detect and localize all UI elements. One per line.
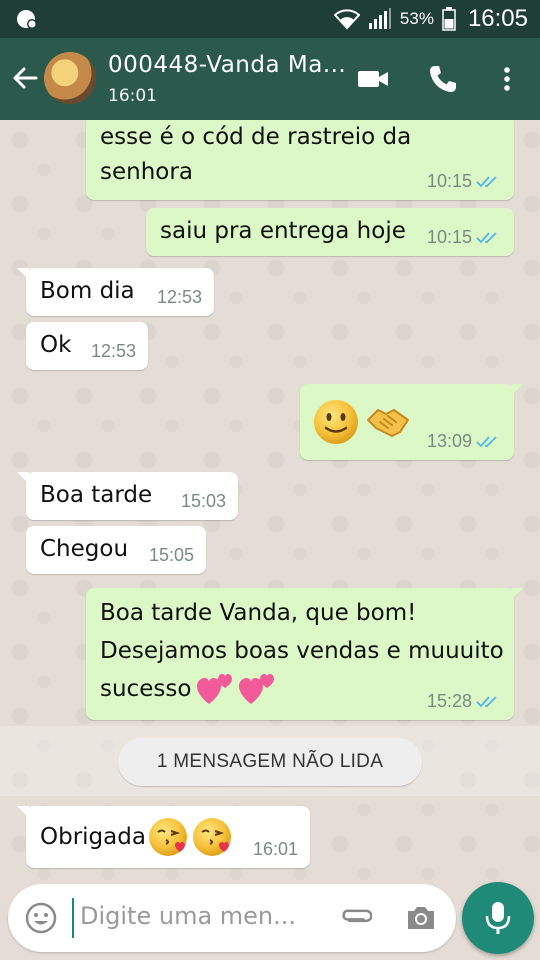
chat-area[interactable]: esse é o cód de rastreio da senhora 10:1…: [0, 120, 540, 880]
message-time: 12:53: [156, 287, 202, 307]
message-time: 15:03: [180, 491, 226, 511]
message-text: Obrigada: [40, 816, 234, 858]
message-incoming[interactable]: Boa tarde 15:03: [17, 472, 238, 520]
message-meta: 12:53: [157, 287, 202, 308]
message-outgoing[interactable]: 13:09: [300, 384, 523, 460]
battery-icon: [442, 7, 456, 31]
message-outgoing[interactable]: Boa tarde Vanda, que bom! Desejamos boas…: [86, 588, 523, 720]
voice-record-button[interactable]: [462, 882, 534, 954]
chat-header: 000448-Vanda Ma... 16:01: [0, 38, 540, 120]
camera-icon[interactable]: [404, 901, 438, 935]
message-time: 12:53: [90, 341, 136, 361]
contact-name[interactable]: 000448-Vanda Ma...: [108, 52, 346, 78]
message-text: Bom dia: [40, 278, 135, 304]
message-text: saiu pra entrega hoje: [160, 218, 406, 244]
message-time: 15:28: [426, 691, 472, 711]
message-meta: 15:03: [181, 491, 226, 512]
message-time: 16:01: [252, 839, 298, 859]
two-hearts-icon: [197, 674, 233, 704]
message-text: esse é o cód de rastreio da senhora: [100, 124, 412, 185]
message-text: Chegou: [40, 536, 129, 562]
message-incoming[interactable]: Obrigada 16:01: [17, 806, 310, 868]
read-ticks-icon: [476, 695, 497, 707]
clock: 16:05: [467, 5, 528, 32]
message-text: Boa tarde: [40, 482, 153, 508]
back-arrow-icon[interactable]: [8, 60, 44, 96]
unread-divider: 1 MENSAGEM NÃO LIDA: [118, 738, 422, 786]
signal-icon: [368, 8, 391, 29]
two-hearts-icon: [239, 674, 275, 704]
message-input[interactable]: Digite uma men...: [80, 902, 296, 930]
message-incoming[interactable]: Ok 12:53: [26, 322, 148, 370]
message-meta: 16:01: [253, 839, 298, 860]
message-meta: 15:28: [427, 691, 502, 712]
read-ticks-icon: [476, 435, 497, 447]
wifi-icon: [333, 9, 360, 30]
message-meta: 10:15: [427, 227, 502, 248]
message-outgoing[interactable]: saiu pra entrega hoje 10:15: [146, 208, 514, 256]
bubble-tail: [511, 384, 523, 396]
message-text: Ok: [40, 332, 72, 358]
message-meta: 13:09: [427, 431, 502, 452]
read-ticks-icon: [476, 231, 497, 243]
message-meta: 12:53: [91, 341, 136, 362]
message-time: 15:05: [148, 545, 194, 565]
last-seen: 16:01: [108, 86, 157, 106]
emoji-icon[interactable]: [24, 901, 58, 935]
notification-icon: [17, 10, 37, 29]
bubble-tail: [17, 268, 29, 280]
message-meta: 10:15: [427, 171, 502, 192]
status-bar: 53% 16:05: [0, 0, 540, 38]
video-call-icon[interactable]: [356, 62, 390, 96]
attach-icon[interactable]: [338, 901, 372, 935]
message-time: 10:15: [426, 171, 472, 191]
phone-icon[interactable]: [426, 62, 460, 96]
message-emojis: [312, 398, 412, 446]
message-time: 10:15: [426, 227, 472, 247]
slightly-smiling-face-icon: [314, 400, 358, 444]
message-time: 13:09: [426, 431, 472, 451]
mic-icon: [485, 902, 511, 934]
read-ticks-icon: [476, 175, 497, 187]
bubble-tail: [17, 472, 29, 484]
message-incoming[interactable]: Bom dia 12:53: [17, 268, 214, 316]
face-blowing-kiss-icon: [148, 818, 187, 856]
bubble-tail: [511, 588, 523, 600]
message-meta: 15:05: [149, 545, 194, 566]
message-incoming[interactable]: Chegou 15:05: [26, 526, 206, 574]
battery-percent: 53%: [399, 9, 434, 28]
avatar[interactable]: [44, 52, 96, 104]
bubble-tail: [17, 806, 29, 818]
more-vert-icon[interactable]: [490, 62, 524, 96]
message-composer[interactable]: Digite uma men...: [8, 884, 456, 952]
face-blowing-kiss-icon: [192, 818, 231, 856]
message-outgoing[interactable]: esse é o cód de rastreio da senhora 10:1…: [86, 120, 514, 200]
handshake-icon: [367, 409, 409, 437]
text-cursor: [72, 898, 74, 938]
status-icons: 53% 16:05: [333, 5, 528, 32]
